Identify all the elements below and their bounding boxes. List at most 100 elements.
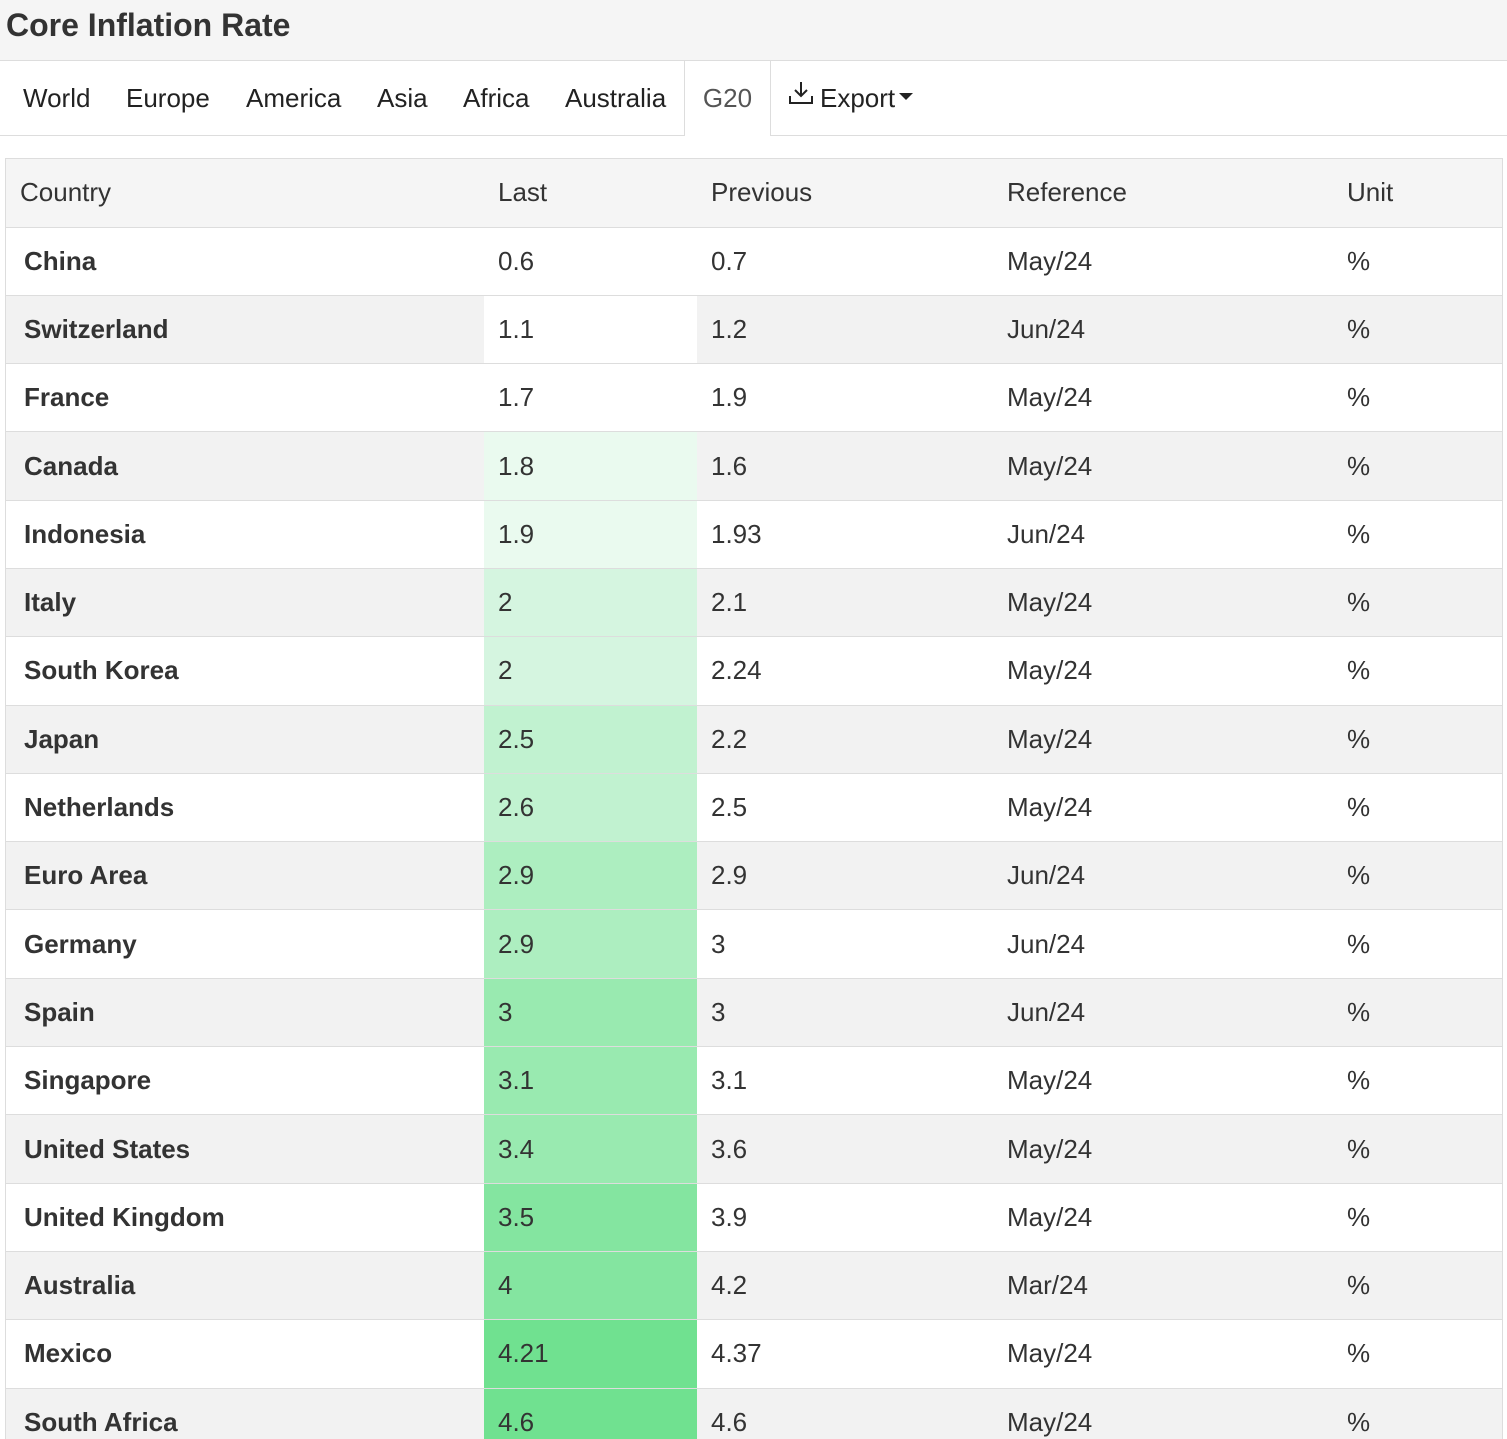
table-row[interactable]: Indonesia 1.9 1.93 Jun/24% (6, 500, 1502, 569)
country-cell[interactable]: South Africa (6, 1388, 484, 1439)
country-cell[interactable]: Spain (6, 978, 484, 1048)
country-cell[interactable]: South Korea (6, 636, 484, 706)
reference-cell: May/24 (993, 431, 1333, 501)
country-cell[interactable]: Australia (6, 1251, 484, 1321)
previous-cell: 0.7 (697, 227, 993, 296)
reference-cell: May/24 (993, 227, 1333, 296)
country-cell[interactable]: France (6, 363, 484, 433)
table-row[interactable]: Italy 2 2.1 May/24% (6, 568, 1502, 638)
country-cell[interactable]: Germany (6, 909, 484, 979)
last-cell: 3 (484, 978, 697, 1048)
table-row[interactable]: Netherlands 2.6 2.5 May/24% (6, 773, 1502, 843)
last-cell: 4.6 (484, 1388, 697, 1439)
table-row[interactable]: Mexico 4.21 4.37 May/24% (6, 1319, 1502, 1389)
header-country[interactable]: Country (6, 159, 484, 228)
country-cell[interactable]: Switzerland (6, 295, 484, 365)
country-cell[interactable]: Japan (6, 705, 484, 774)
previous-cell: 3.1 (697, 1046, 993, 1116)
previous-cell: 3 (697, 978, 993, 1048)
unit-cell: % (1333, 1388, 1502, 1439)
unit-cell: % (1333, 636, 1502, 706)
header-previous[interactable]: Previous (697, 159, 993, 228)
reference-cell: Jun/24 (993, 978, 1333, 1048)
export-button[interactable]: Export (788, 60, 914, 135)
tab-asia[interactable]: Asia (377, 61, 428, 135)
last-cell: 4 (484, 1251, 697, 1321)
previous-cell: 1.9 (697, 363, 993, 433)
country-cell[interactable]: Mexico (6, 1319, 484, 1389)
reference-cell: May/24 (993, 1114, 1333, 1184)
reference-cell: Mar/24 (993, 1251, 1333, 1321)
unit-cell: % (1333, 841, 1502, 911)
tab-america[interactable]: America (246, 61, 341, 135)
country-cell[interactable]: United States (6, 1114, 484, 1184)
reference-cell: May/24 (993, 636, 1333, 706)
last-cell: 2 (484, 568, 697, 638)
table-row[interactable]: Switzerland 1.1 1.2 Jun/24% (6, 295, 1502, 365)
country-cell[interactable]: Singapore (6, 1046, 484, 1116)
last-cell: 1.7 (484, 363, 697, 433)
country-cell[interactable]: United Kingdom (6, 1183, 484, 1252)
table-row[interactable]: Spain 3 3 Jun/24% (6, 978, 1502, 1048)
unit-cell: % (1333, 1319, 1502, 1389)
table-row[interactable]: United Kingdom 3.5 3.9 May/24% (6, 1183, 1502, 1252)
last-cell: 1.8 (484, 431, 697, 501)
last-cell: 0.6 (484, 227, 697, 296)
table-row[interactable]: China 0.6 0.7 May/24% (6, 227, 1502, 296)
last-cell: 1.1 (484, 295, 697, 365)
previous-cell: 1.93 (697, 500, 993, 569)
country-cell[interactable]: China (6, 227, 484, 296)
previous-cell: 2.24 (697, 636, 993, 706)
tab-australia[interactable]: Australia (565, 61, 666, 135)
table-row[interactable]: South Africa 4.6 4.6 May/24% (6, 1388, 1502, 1439)
country-cell[interactable]: Netherlands (6, 773, 484, 843)
table-row[interactable]: Australia 4 4.2 Mar/24% (6, 1251, 1502, 1321)
previous-cell: 2.9 (697, 841, 993, 911)
header-unit[interactable]: Unit (1333, 159, 1502, 228)
reference-cell: May/24 (993, 1388, 1333, 1439)
unit-cell: % (1333, 227, 1502, 296)
unit-cell: % (1333, 1251, 1502, 1321)
last-cell: 3.4 (484, 1114, 697, 1184)
unit-cell: % (1333, 978, 1502, 1048)
unit-cell: % (1333, 773, 1502, 843)
header-reference[interactable]: Reference (993, 159, 1333, 228)
table-row[interactable]: South Korea 2 2.24 May/24% (6, 636, 1502, 706)
unit-cell: % (1333, 1046, 1502, 1116)
table-row[interactable]: United States 3.4 3.6 May/24% (6, 1114, 1502, 1184)
unit-cell: % (1333, 431, 1502, 501)
reference-cell: Jun/24 (993, 909, 1333, 979)
reference-cell: Jun/24 (993, 500, 1333, 569)
table-header-row: Country Last Previous Reference Unit (6, 159, 1502, 228)
previous-cell: 2.1 (697, 568, 993, 638)
table-body: China 0.6 0.7 May/24% Switzerland 1.1 1.2 Jun/2… (6, 227, 1502, 1439)
previous-cell: 1.2 (697, 295, 993, 365)
last-cell: 4.21 (484, 1319, 697, 1389)
table-row[interactable]: Germany 2.9 3 Jun/24% (6, 909, 1502, 979)
export-label: Export (820, 83, 896, 113)
country-cell[interactable]: Indonesia (6, 500, 484, 569)
table-row[interactable]: Canada 1.8 1.6 May/24% (6, 431, 1502, 501)
reference-cell: May/24 (993, 1046, 1333, 1116)
tab-world[interactable]: World (23, 61, 90, 135)
table-row[interactable]: Euro Area 2.9 2.9 Jun/24% (6, 841, 1502, 911)
country-cell[interactable]: Euro Area (6, 841, 484, 911)
tab-g20[interactable]: G20 (684, 61, 771, 136)
table-row[interactable]: France 1.7 1.9 May/24% (6, 363, 1502, 433)
last-cell: 2.9 (484, 841, 697, 911)
reference-cell: May/24 (993, 773, 1333, 843)
last-cell: 1.9 (484, 500, 697, 569)
caret-down-icon (899, 92, 914, 100)
inflation-table-container: Country Last Previous Reference Unit Chi… (5, 158, 1503, 1439)
tab-europe[interactable]: Europe (126, 61, 210, 135)
country-cell[interactable]: Canada (6, 431, 484, 501)
table-row[interactable]: Japan 2.5 2.2 May/24% (6, 705, 1502, 774)
country-cell[interactable]: Italy (6, 568, 484, 638)
last-cell: 2.5 (484, 705, 697, 774)
unit-cell: % (1333, 568, 1502, 638)
inflation-table: Country Last Previous Reference Unit Chi… (6, 159, 1502, 1439)
table-row[interactable]: Singapore 3.1 3.1 May/24% (6, 1046, 1502, 1116)
tab-africa[interactable]: Africa (463, 61, 529, 135)
download-icon (788, 60, 814, 134)
header-last[interactable]: Last (484, 159, 697, 228)
